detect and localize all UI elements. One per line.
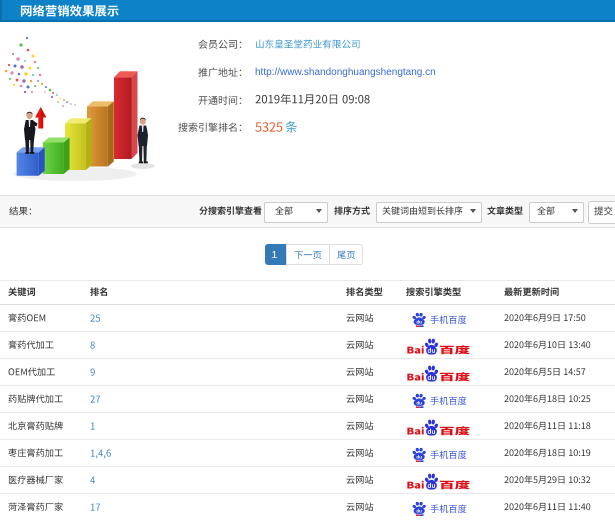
svg-text:du: du — [416, 320, 422, 325]
svg-text:du: du — [416, 401, 422, 406]
svg-text:du: du — [416, 455, 422, 460]
svg-text:du: du — [416, 509, 422, 514]
